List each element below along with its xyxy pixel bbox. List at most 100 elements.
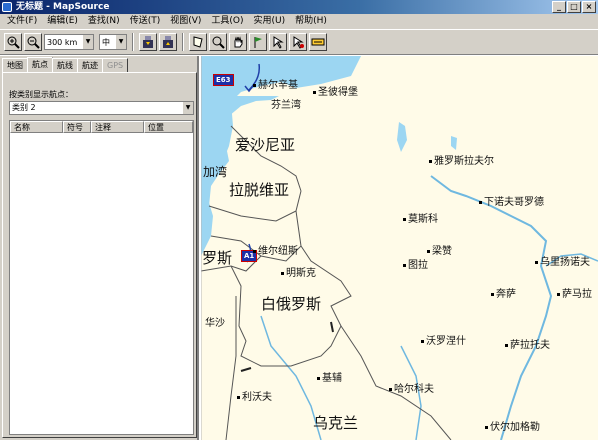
tab-routes[interactable]: 航线: [52, 58, 78, 73]
column-header-symbol[interactable]: 符号: [63, 121, 91, 133]
tab-maps[interactable]: 地图: [2, 58, 28, 73]
map-label: 拉脱维亚: [229, 181, 290, 199]
city-marker-icon: [237, 395, 240, 399]
city-marker-icon: [485, 425, 488, 429]
city-marker-icon: [429, 159, 432, 163]
waypoint-tool-button[interactable]: [249, 33, 267, 51]
close-button[interactable]: ×: [582, 1, 596, 13]
route-tool-icon: [273, 36, 284, 49]
chevron-down-icon: ▼: [82, 35, 93, 49]
zoom-level-select[interactable]: 300 km ▼: [44, 34, 94, 50]
menu-edit[interactable]: 编辑(E): [42, 14, 83, 29]
map-label: 伏尔加格勒: [485, 418, 540, 433]
road-shield: E63: [213, 74, 234, 86]
menu-bar: 文件(F) 编辑(E) 查找(N) 传送(T) 视图(V) 工具(O) 实用(U…: [0, 14, 598, 29]
map-label: 基辅: [317, 369, 342, 384]
city-marker-icon: [389, 387, 392, 391]
measure-tool-button[interactable]: [289, 33, 307, 51]
menu-view[interactable]: 视图(V): [165, 14, 206, 29]
map-label: 芬兰湾: [271, 100, 301, 111]
map-label: 图拉: [403, 256, 428, 271]
menu-tools[interactable]: 工具(O): [206, 14, 248, 29]
data-panel: 地图 航点 航线 航迹 GPS 按类别显示航点： 类别 2 ▼ 名称 符号 注释…: [0, 56, 199, 440]
map-label: 赫尔辛基: [253, 76, 298, 91]
zoom-in-icon: [7, 36, 20, 49]
map-label: 梁赞: [427, 242, 452, 257]
window-controls: _ □ ×: [552, 1, 596, 13]
map-label: 华沙: [205, 318, 225, 329]
map-label: 沃罗涅什: [421, 332, 466, 347]
map-label: 奔萨: [491, 285, 516, 300]
map-label: 维尔纽斯: [253, 242, 298, 257]
toolbar: 300 km ▼ 中 ▼: [0, 29, 598, 55]
map-info-button[interactable]: [309, 33, 327, 51]
map-label: 明斯克: [281, 264, 316, 279]
zoom-out-icon: [27, 36, 40, 49]
zoom-out-button[interactable]: [24, 33, 42, 51]
category-select[interactable]: 类别 2 ▼: [9, 101, 194, 115]
waypoint-list[interactable]: 名称 符号 注释 位置: [9, 120, 194, 435]
column-header-comment[interactable]: 注释: [91, 121, 144, 133]
map-label: 哈尔科夫: [389, 380, 434, 395]
city-marker-icon: [253, 83, 256, 87]
map-tool-icon: [193, 36, 203, 48]
city-marker-icon: [281, 271, 284, 275]
toolbar-separator: [182, 33, 184, 51]
menu-utilities[interactable]: 实用(U): [249, 14, 291, 29]
map-view[interactable]: E63 A1 赫尔辛基 芬兰湾 圣彼得堡 爱沙尼亚 雅罗斯拉夫尔 加湾 拉脱维亚…: [201, 56, 598, 440]
receive-icon: [143, 36, 153, 48]
map-label: 乌里扬诺夫: [535, 253, 590, 268]
detail-level-value: 中: [102, 37, 110, 47]
tab-gps[interactable]: GPS: [102, 58, 129, 73]
map-label: 萨拉托夫: [505, 336, 550, 351]
city-marker-icon: [427, 249, 430, 253]
zoom-in-button[interactable]: [4, 33, 22, 51]
hand-tool-icon: [234, 36, 243, 48]
detail-level-select[interactable]: 中 ▼: [99, 34, 127, 50]
route-tool-button[interactable]: [269, 33, 287, 51]
menu-transfer[interactable]: 传送(T): [125, 14, 166, 29]
hand-tool-button[interactable]: [229, 33, 247, 51]
map-label: 萨马拉: [557, 285, 592, 300]
map-label: 莫斯科: [403, 210, 438, 225]
maximize-button[interactable]: □: [567, 1, 581, 13]
category-value: 类别 2: [12, 103, 36, 112]
column-header-name[interactable]: 名称: [10, 121, 63, 133]
column-header-position[interactable]: 位置: [144, 121, 193, 133]
city-marker-icon: [253, 249, 256, 253]
category-label: 按类别显示航点：: [9, 90, 73, 99]
tab-waypoints[interactable]: 航点: [27, 57, 53, 73]
menu-find[interactable]: 查找(N): [83, 14, 125, 29]
city-marker-icon: [535, 260, 538, 264]
send-to-device-button[interactable]: [159, 33, 177, 51]
toolbar-separator: [132, 33, 134, 51]
map-tool-button[interactable]: [189, 33, 207, 51]
city-marker-icon: [479, 200, 482, 204]
city-marker-icon: [505, 343, 508, 347]
map-label: 圣彼得堡: [313, 83, 358, 98]
city-marker-icon: [313, 90, 316, 94]
menu-file[interactable]: 文件(F): [2, 14, 42, 29]
map-label: 罗斯: [202, 249, 233, 267]
city-marker-icon: [421, 339, 424, 343]
zoom-tool-icon: [212, 36, 225, 49]
receive-from-device-button[interactable]: [139, 33, 157, 51]
zoom-level-value: 300 km: [47, 37, 78, 47]
app-icon: [2, 2, 12, 12]
waypoint-tool-icon: [254, 37, 262, 48]
city-marker-icon: [317, 376, 320, 380]
waypoint-list-header: 名称 符号 注释 位置: [10, 121, 193, 133]
map-label: 下诺夫哥罗德: [479, 193, 544, 208]
menu-help[interactable]: 帮助(H): [290, 14, 332, 29]
panel-tabs: 地图 航点 航线 航迹 GPS: [2, 57, 129, 73]
map-label: 加湾: [203, 165, 228, 179]
tab-tracks[interactable]: 航迹: [77, 58, 103, 73]
waypoints-tab-body: 按类别显示航点： 类别 2 ▼ 名称 符号 注释 位置: [2, 72, 197, 438]
minimize-button[interactable]: _: [552, 1, 566, 13]
map-info-icon: [311, 38, 325, 46]
chevron-down-icon: ▼: [115, 35, 126, 49]
city-marker-icon: [557, 292, 560, 296]
zoom-tool-button[interactable]: [209, 33, 227, 51]
map-label: 乌克兰: [313, 414, 359, 432]
title-bar: 无标题 - MapSource _ □ ×: [0, 0, 598, 14]
